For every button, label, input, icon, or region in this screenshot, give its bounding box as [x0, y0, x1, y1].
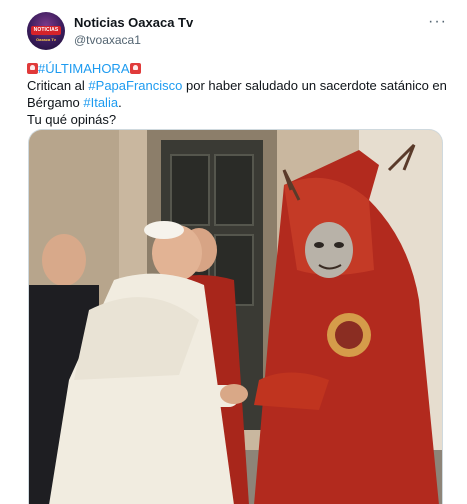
tweet-text-segment: por haber saludado un sacerdote satánico… — [182, 78, 447, 93]
siren-icon — [27, 63, 38, 74]
hashtag-papafrancisco[interactable]: #PapaFrancisco — [88, 78, 182, 93]
pope-zucchetto — [144, 221, 184, 239]
hashtag-ultimahora[interactable]: #ÚLTIMAHORA — [38, 61, 130, 76]
tweet-line-1: #ÚLTIMAHORA — [27, 60, 452, 77]
siren-icon — [129, 63, 141, 74]
tweet[interactable]: NOTICIAS Oaxaca Tv Noticias Oaxaca Tv @t… — [0, 0, 467, 504]
tweet-text: #ÚLTIMAHORA Critican al #PapaFrancisco p… — [27, 60, 452, 128]
tweet-media-image[interactable] — [28, 129, 443, 504]
more-horizontal-icon[interactable]: ··· — [428, 13, 447, 31]
handshake — [220, 384, 248, 404]
tweet-text-segment: . — [118, 95, 122, 110]
tweet-text-segment: Bérgamo — [27, 95, 84, 110]
tweet-line-3: Bérgamo #Italia. — [27, 94, 452, 111]
tweet-line-4: Tu qué opinás? — [27, 112, 117, 127]
left-person-face — [42, 234, 86, 286]
author-handle[interactable]: @tvoaxaca1 — [74, 33, 141, 47]
tweet-line-2: Critican al #PapaFrancisco por haber sal… — [27, 77, 452, 94]
avatar-badge: NOTICIAS — [31, 26, 61, 35]
media-illustration — [29, 130, 442, 504]
avatar[interactable]: NOTICIAS Oaxaca Tv — [27, 12, 65, 50]
tweet-text-segment: Critican al — [27, 78, 89, 93]
avatar-subtitle: Oaxaca Tv — [35, 37, 56, 42]
avatar-badge-text: NOTICIAS — [33, 27, 59, 33]
author-name[interactable]: Noticias Oaxaca Tv — [74, 15, 193, 30]
red-figure-face — [305, 222, 353, 278]
hashtag-italia[interactable]: #Italia — [83, 95, 118, 110]
